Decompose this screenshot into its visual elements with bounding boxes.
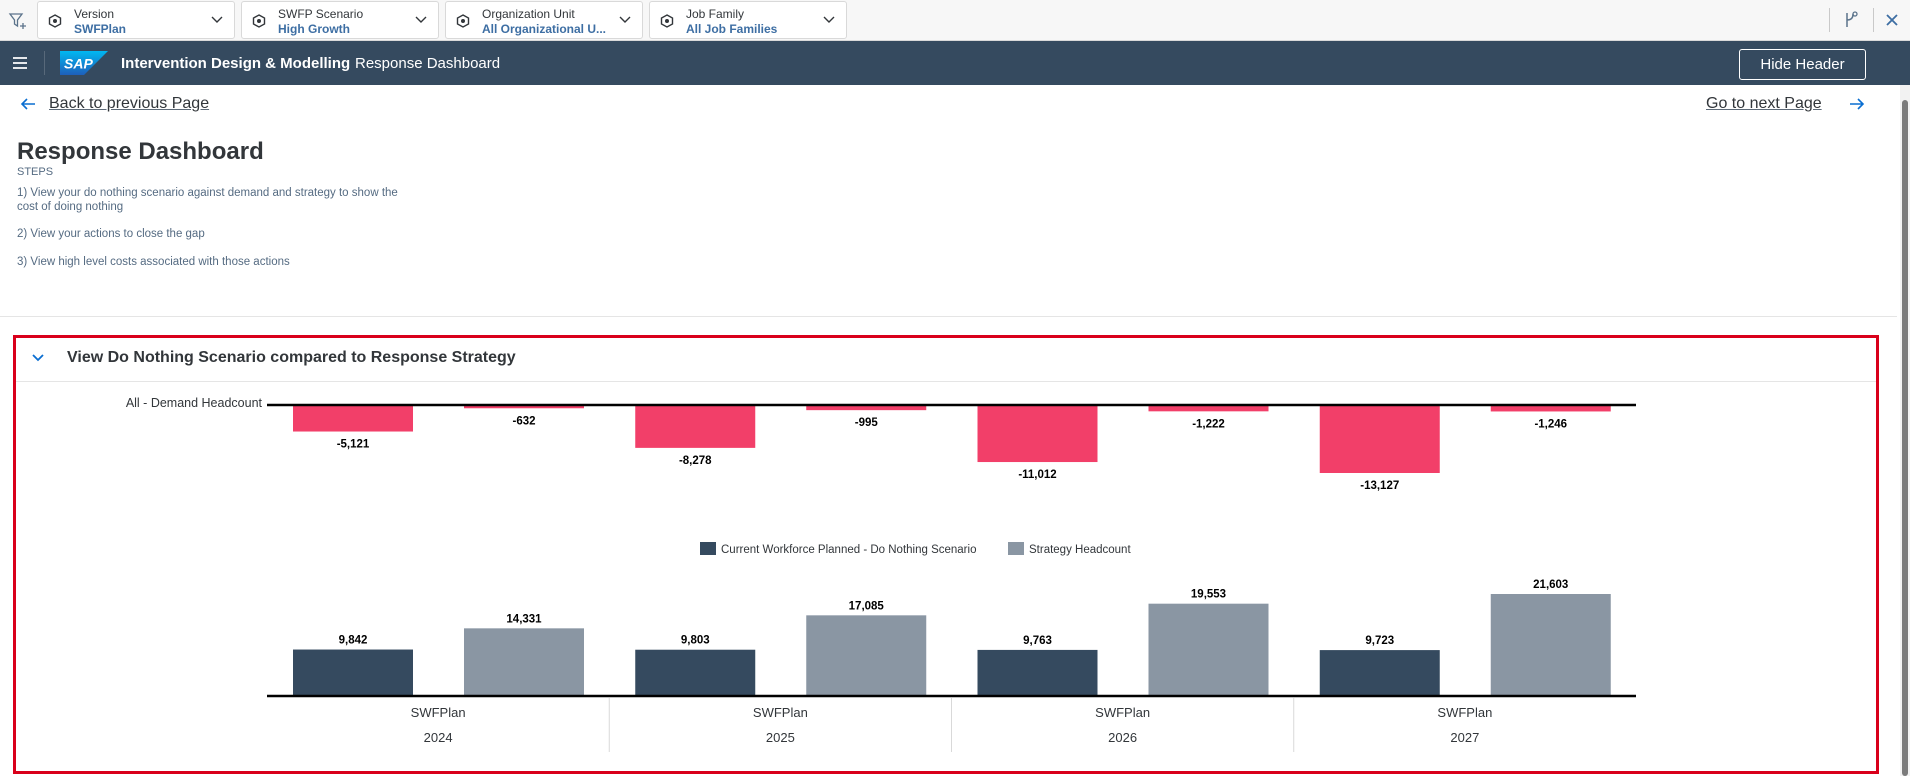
data-label: 19,553 — [1191, 589, 1226, 601]
legend-swatch-do-nothing — [700, 542, 716, 555]
category-version-label: SWFPlan — [411, 705, 466, 720]
chevron-down-icon[interactable] — [30, 350, 46, 366]
category-version-label: SWFPlan — [1437, 705, 1492, 720]
data-label: -11,012 — [1018, 469, 1056, 481]
page-title-shell[interactable]: Response Dashboard — [355, 55, 500, 72]
gap-bar — [293, 405, 413, 432]
legend-label: Strategy Headcount — [1029, 544, 1131, 556]
data-label: 9,723 — [1365, 635, 1394, 647]
toolbar-separator — [1829, 8, 1830, 32]
shell-separator — [44, 51, 45, 75]
hide-header-button[interactable]: Hide Header — [1739, 49, 1866, 80]
filter-add-icon[interactable] — [8, 11, 28, 31]
close-icon[interactable] — [1882, 10, 1902, 30]
cube-icon — [48, 14, 62, 28]
back-link[interactable]: Back to previous Page — [49, 95, 209, 113]
cube-icon — [456, 14, 470, 28]
share-icon[interactable] — [1842, 10, 1862, 30]
do-nothing-bar — [635, 649, 756, 696]
filter-bar: Version SWFPlan SWFP Scenario High Growt… — [0, 0, 1910, 41]
data-label: 9,842 — [339, 635, 368, 647]
do-nothing-bar — [293, 649, 413, 696]
chevron-down-icon[interactable] — [414, 15, 428, 25]
gap-bar — [635, 405, 756, 448]
scrollbar-thumb[interactable] — [1902, 100, 1908, 776]
chevron-down-icon[interactable] — [210, 15, 224, 25]
menu-icon[interactable] — [12, 56, 28, 70]
category-version-label: SWFPlan — [753, 705, 808, 720]
filter-organization-unit[interactable]: Organization Unit All Organizational U..… — [445, 1, 643, 39]
chevron-down-icon[interactable] — [618, 15, 632, 25]
filter-version[interactable]: Version SWFPlan — [37, 1, 235, 39]
data-label: -632 — [512, 415, 535, 427]
filter-label: Job Family — [686, 7, 745, 21]
toolbar-separator — [1873, 8, 1874, 32]
data-label: -13,127 — [1360, 480, 1399, 492]
next-link[interactable]: Go to next Page — [1706, 95, 1822, 113]
strategy-bar — [464, 628, 584, 696]
gap-bar — [977, 405, 1098, 463]
do-nothing-bar — [1319, 650, 1440, 696]
response-chart: All - Demand Headcount -5,121 -632 -8,278 -9… — [126, 396, 1636, 752]
arrow-left-icon[interactable] — [19, 97, 37, 111]
strategy-bar — [806, 615, 927, 696]
cube-icon — [252, 14, 266, 28]
panel-divider — [16, 381, 1876, 382]
filter-label: SWFP Scenario — [278, 7, 364, 21]
category-year-label: 2024 — [424, 730, 453, 745]
data-label: -1,246 — [1534, 418, 1567, 430]
arrow-right-icon[interactable] — [1848, 97, 1866, 111]
data-label: -1,222 — [1192, 418, 1225, 430]
category-year-label: 2025 — [766, 730, 795, 745]
filter-job-family[interactable]: Job Family All Job Families — [649, 1, 847, 39]
data-label: -5,121 — [337, 439, 370, 451]
divider — [0, 316, 1897, 317]
step-2: 2) View your actions to close the gap — [17, 228, 205, 240]
filter-value: All Organizational U... — [482, 22, 607, 36]
chevron-down-icon[interactable] — [822, 15, 836, 25]
filter-label: Version — [74, 7, 115, 21]
data-label: 17,085 — [849, 600, 885, 612]
category-year-label: 2026 — [1108, 730, 1137, 745]
strategy-bar — [1148, 603, 1269, 696]
data-label: -995 — [855, 417, 879, 429]
row-label: All - Demand Headcount — [126, 396, 263, 410]
strategy-bar — [1490, 594, 1611, 696]
sap-logo[interactable]: SAP — [60, 51, 108, 75]
panel-title: View Do Nothing Scenario compared to Res… — [67, 349, 516, 366]
step-1: 1) View your do nothing scenario against… — [17, 187, 398, 213]
do-nothing-bar — [977, 649, 1098, 696]
cube-icon — [660, 14, 674, 28]
legend-label: Current Workforce Planned - Do Nothing S… — [721, 544, 976, 556]
data-label: 21,603 — [1533, 579, 1568, 591]
filter-value: SWFPlan — [74, 22, 127, 36]
data-label: 14,331 — [506, 613, 542, 625]
data-label: -8,278 — [679, 455, 712, 467]
app-title: Intervention Design & Modelling — [121, 55, 351, 72]
data-label: 9,803 — [681, 635, 710, 647]
sap-logo-text: SAP — [64, 56, 93, 72]
category-year-label: 2027 — [1450, 730, 1479, 745]
category-version-label: SWFPlan — [1095, 705, 1150, 720]
steps-label: STEPS — [17, 166, 54, 178]
shell-bar: SAP Intervention Design & Modelling Resp… — [0, 41, 1910, 85]
filter-swfp-scenario[interactable]: SWFP Scenario High Growth — [241, 1, 439, 39]
filter-label: Organization Unit — [482, 7, 575, 21]
data-label: 9,763 — [1023, 635, 1052, 647]
filter-value: All Job Families — [686, 22, 778, 36]
legend-swatch-strategy — [1008, 542, 1024, 555]
gap-bar — [1319, 405, 1440, 473]
filter-value: High Growth — [278, 22, 350, 36]
step-3: 3) View high level costs associated with… — [17, 256, 290, 268]
page-title: Response Dashboard — [17, 138, 264, 165]
